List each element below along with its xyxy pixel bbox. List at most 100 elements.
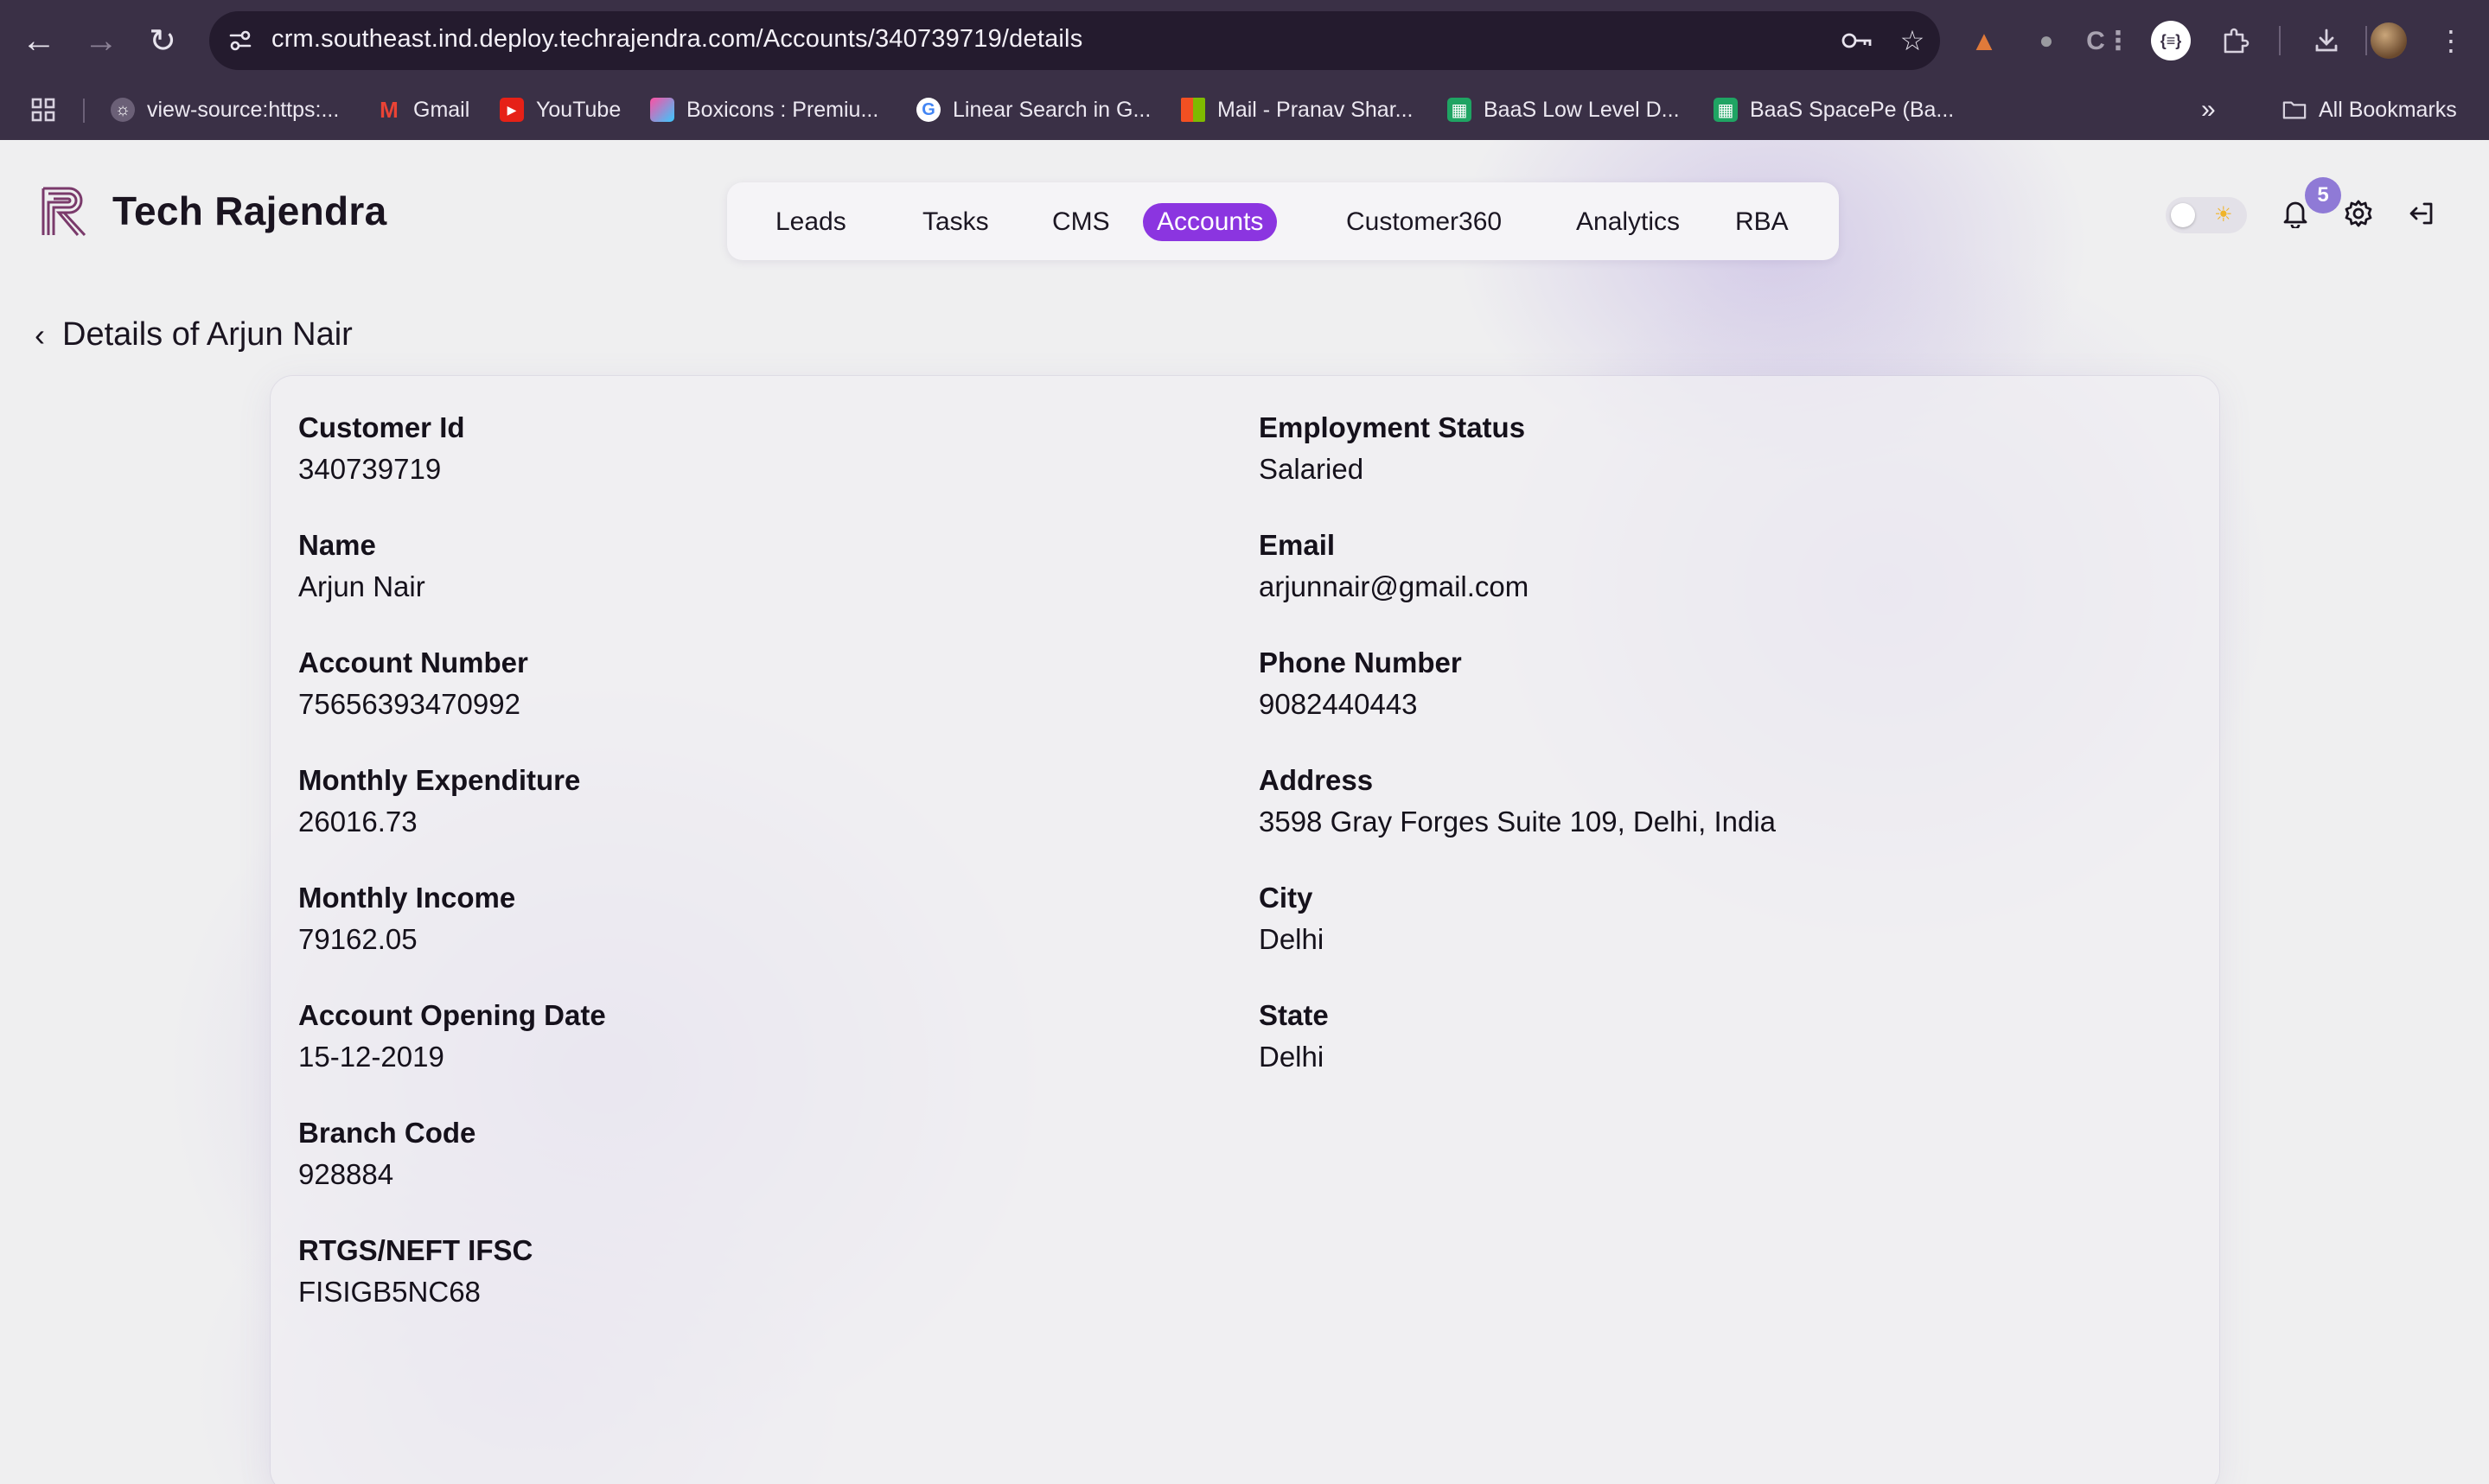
field-value: 26016.73 [298, 806, 418, 838]
gmail-icon: M [380, 96, 399, 123]
field-monthly-expenditure: Monthly Expenditure 26016.73 [298, 763, 1163, 839]
field-value: Salaried [1259, 453, 1364, 485]
youtube-icon: ▶ [500, 98, 524, 122]
tab-rba[interactable]: RBA [1721, 203, 1803, 241]
tab-tasks[interactable]: Tasks [909, 203, 1003, 241]
field-monthly-income: Monthly Income 79162.05 [298, 881, 1163, 957]
field-value: Delhi [1259, 1041, 1324, 1073]
toolbar-separator [2279, 26, 2281, 55]
field-value: FISIGB5NC68 [298, 1276, 481, 1308]
field-address: Address 3598 Gray Forges Suite 109, Delh… [1259, 763, 2123, 839]
folder-icon [2282, 98, 2307, 122]
bookmark-item[interactable]: M Gmail [377, 92, 469, 128]
bookmarks-separator [83, 99, 85, 123]
field-label: State [1259, 999, 1329, 1031]
bookmark-item[interactable]: ▶ YouTube [500, 92, 621, 128]
field-value: 79162.05 [298, 923, 418, 955]
sheets-icon: ▦ [1714, 98, 1738, 122]
tab-customer360[interactable]: Customer360 [1332, 203, 1516, 241]
back-chevron-icon[interactable]: ‹ [35, 319, 45, 351]
globe-icon: ☼ [111, 98, 135, 122]
app-page: Tech Rajendra Leads Tasks CMS Accounts C… [0, 140, 2489, 1484]
google-icon: G [916, 98, 941, 122]
apps-grid-icon[interactable] [29, 92, 57, 128]
page-title: Details of Arjun Nair [62, 316, 353, 353]
field-value: 928884 [298, 1158, 394, 1190]
field-label: RTGS/NEFT IFSC [298, 1234, 533, 1266]
brand-logo[interactable]: Tech Rajendra [40, 183, 386, 239]
bookmark-label: Linear Search in G... [953, 97, 1152, 122]
bookmark-item[interactable]: ▦ BaaS Low Level D... [1447, 92, 1680, 128]
field-value: Arjun Nair [298, 570, 425, 602]
field-email: Email arjunnair@gmail.com [1259, 528, 2123, 604]
bookmark-label: BaaS SpacePe (Ba... [1750, 97, 1955, 122]
browser-menu-icon[interactable]: ⋮ [2431, 21, 2471, 61]
field-name: Name Arjun Nair [298, 528, 1163, 604]
field-employment-status: Employment Status Salaried [1259, 411, 2123, 487]
password-key-icon[interactable] [1838, 22, 1876, 60]
back-arrow-icon[interactable]: ← [17, 19, 61, 62]
field-label: Customer Id [298, 411, 465, 443]
tab-analytics[interactable]: Analytics [1562, 203, 1694, 241]
field-city: City Delhi [1259, 881, 2123, 957]
field-label: Account Number [298, 646, 528, 678]
bookmark-label: YouTube [536, 97, 622, 122]
toggle-knob [2171, 203, 2195, 227]
bookmark-label: Gmail [413, 97, 470, 122]
field-label: Phone Number [1259, 646, 1462, 678]
extensions-puzzle-icon[interactable] [2215, 21, 2255, 61]
main-nav: Leads Tasks CMS Accounts Customer360 Ana… [727, 182, 1839, 260]
profile-avatar-icon[interactable] [2371, 22, 2407, 59]
bookmark-label: BaaS Low Level D... [1484, 97, 1680, 122]
theme-toggle[interactable]: ☀ [2166, 197, 2247, 233]
field-value: 340739719 [298, 453, 442, 485]
tab-cms[interactable]: CMS [1038, 203, 1124, 241]
field-phone-number: Phone Number 9082440443 [1259, 646, 2123, 722]
field-account-opening-date: Account Opening Date 15-12-2019 [298, 998, 1163, 1074]
bookmark-label: Mail - Pranav Shar... [1217, 97, 1414, 122]
bookmark-item[interactable]: ☼ view-source:https:... [111, 92, 339, 128]
field-label: Branch Code [298, 1117, 476, 1149]
bookmarks-bar: ☼ view-source:https:... M Gmail ▶ YouTub… [0, 86, 2489, 133]
forward-arrow-icon[interactable]: → [80, 19, 123, 62]
notification-count-badge: 5 [2305, 177, 2341, 213]
extension-json-icon[interactable]: {≡} [2151, 21, 2191, 61]
all-bookmarks-label: All Bookmarks [2319, 97, 2457, 122]
address-bar[interactable]: crm.southeast.ind.deploy.techrajendra.co… [209, 11, 1940, 70]
bookmark-item[interactable]: Mail - Pranav Shar... [1181, 92, 1413, 128]
field-label: City [1259, 882, 1313, 914]
bookmark-item[interactable]: ▦ BaaS SpacePe (Ba... [1714, 92, 1954, 128]
tab-leads[interactable]: Leads [762, 203, 860, 241]
extension-lighthouse-icon[interactable]: ▲ [1964, 21, 2004, 61]
field-label: Name [298, 529, 376, 561]
site-info-icon[interactable] [223, 23, 258, 58]
browser-toolbar: ← → ↻ crm.southeast.ind.deploy.techrajen… [0, 0, 2489, 81]
logout-icon[interactable] [2402, 194, 2441, 233]
field-value: 15-12-2019 [298, 1041, 444, 1073]
brand-name: Tech Rajendra [112, 188, 387, 233]
field-state: State Delhi [1259, 998, 2123, 1074]
extension-bulb-icon[interactable]: ● [2026, 21, 2066, 61]
bookmark-label: Boxicons : Premiu... [686, 97, 879, 122]
bookmark-item[interactable]: Boxicons : Premiu... [650, 92, 878, 128]
settings-gear-icon[interactable] [2339, 194, 2378, 233]
field-value: 75656393470992 [298, 688, 520, 720]
bookmark-label: view-source:https:... [147, 97, 340, 122]
bookmark-star-icon[interactable]: ☆ [1893, 22, 1931, 60]
reload-icon[interactable]: ↻ [141, 19, 184, 62]
bookmark-item[interactable]: G Linear Search in G... [916, 92, 1151, 128]
download-icon[interactable] [2307, 21, 2346, 61]
all-bookmarks[interactable]: All Bookmarks [2282, 92, 2457, 128]
sun-icon: ☀ [2214, 203, 2233, 226]
extension-ci-icon[interactable]: C⋮ [2086, 21, 2131, 61]
toolbar-separator [2365, 26, 2367, 55]
browser-chrome: ← → ↻ crm.southeast.ind.deploy.techrajen… [0, 0, 2489, 140]
url-text[interactable]: crm.southeast.ind.deploy.techrajendra.co… [271, 25, 1082, 54]
tab-accounts[interactable]: Accounts [1143, 203, 1278, 241]
page-header: ‹ Details of Arjun Nair [35, 316, 353, 353]
field-label: Monthly Expenditure [298, 764, 581, 796]
bookmarks-overflow-icon[interactable]: » [2201, 92, 2216, 128]
field-value: Delhi [1259, 923, 1324, 955]
field-customer-id: Customer Id 340739719 [298, 411, 1163, 487]
field-label: Employment Status [1259, 411, 1526, 443]
